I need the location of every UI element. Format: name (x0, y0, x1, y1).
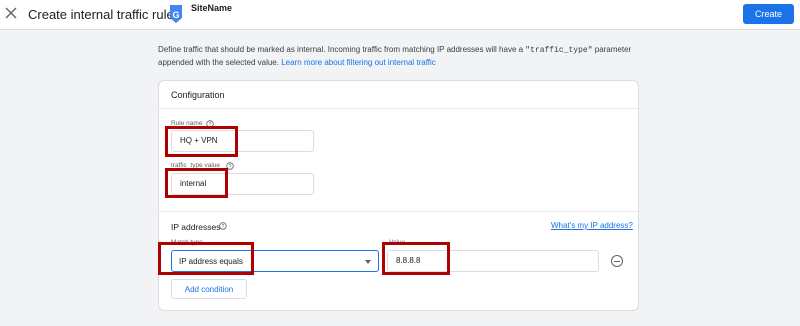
add-condition-button[interactable]: Add condition (171, 279, 247, 299)
match-type-label: Match type (171, 239, 203, 246)
help-icon[interactable]: ? (226, 162, 234, 170)
help-icon[interactable]: ? (206, 120, 214, 128)
rule-name-input[interactable]: HQ + VPN (171, 130, 314, 152)
rule-name-label: Rule name (171, 120, 203, 127)
traffic-type-input[interactable]: internal (171, 173, 314, 195)
intro-text: Define traffic that should be marked as … (158, 45, 526, 54)
page-title: Create internal traffic rule (28, 7, 174, 22)
intro-code: "traffic_type" (525, 46, 593, 55)
svg-text:?: ? (209, 122, 212, 128)
svg-text:G: G (172, 10, 179, 20)
match-type-value: IP address equals (179, 257, 243, 266)
top-bar: Create internal traffic rule G SiteName … (0, 0, 800, 30)
configuration-card: Configuration Rule name ? HQ + VPN traff… (158, 80, 639, 311)
intro-description: Define traffic that should be marked as … (158, 44, 638, 69)
value-label: Value (389, 239, 406, 246)
learn-more-link[interactable]: Learn more about filtering out internal … (281, 58, 436, 67)
svg-text:?: ? (229, 164, 232, 170)
traffic-type-label: traffic_type value (171, 162, 221, 169)
ip-addresses-title: IP addresses (171, 222, 221, 232)
close-icon[interactable] (4, 6, 18, 20)
configuration-title: Configuration (171, 90, 225, 100)
remove-condition-icon[interactable] (611, 255, 623, 267)
dropdown-arrow-icon (365, 260, 371, 264)
card-header: Configuration (159, 81, 638, 109)
whats-my-ip-link[interactable]: What's my IP address? (551, 221, 633, 230)
google-analytics-icon: G (170, 5, 182, 23)
site-name: SiteName (191, 3, 233, 13)
create-button[interactable]: Create (743, 4, 794, 24)
match-type-select[interactable]: IP address equals (171, 250, 379, 272)
svg-text:?: ? (222, 224, 225, 230)
ip-value-input[interactable]: 8.8.8.8 (387, 250, 599, 272)
help-icon[interactable]: ? (219, 222, 227, 230)
section-divider (159, 211, 638, 212)
